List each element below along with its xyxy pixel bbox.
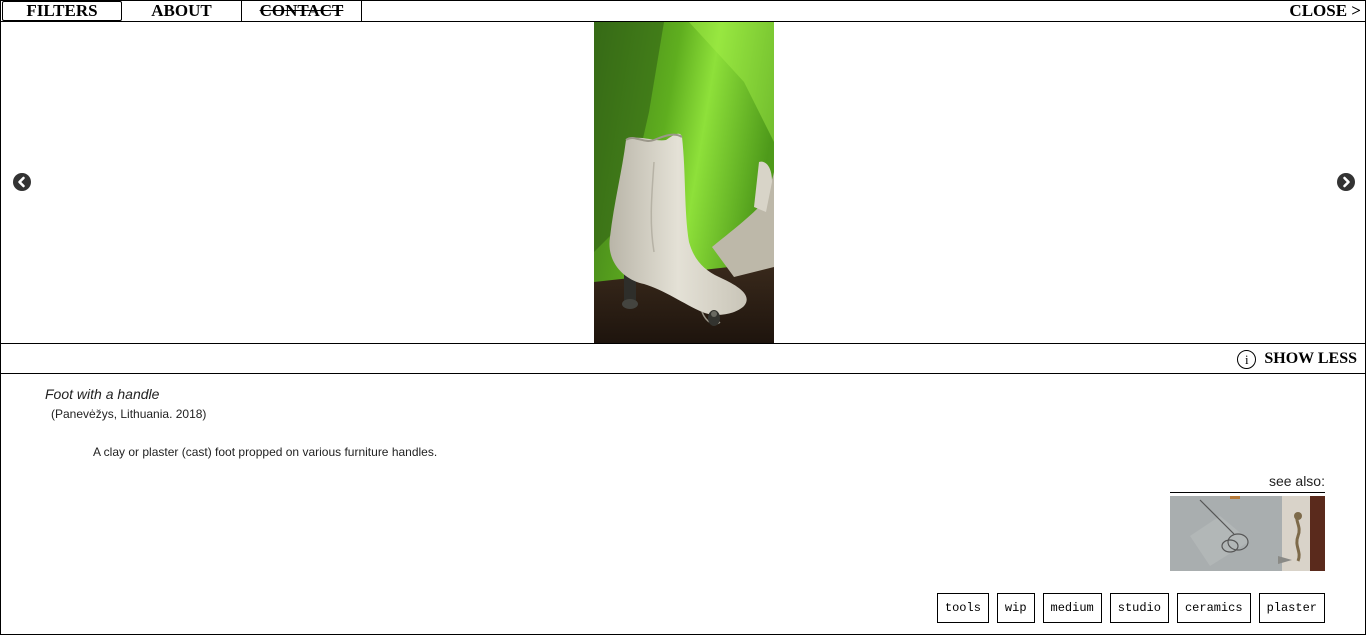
close-button[interactable]: CLOSE > <box>1289 1 1361 22</box>
tag-list: tools wip medium studio ceramics plaster <box>936 593 1325 623</box>
info-icon: i <box>1237 349 1257 369</box>
artwork-title: Foot with a handle <box>45 386 160 402</box>
top-nav: FILTERS ABOUT CONTACT CLOSE > <box>1 1 1366 22</box>
see-also-divider <box>1170 492 1325 493</box>
chevron-left-circle-icon <box>18 176 25 188</box>
tag-tools[interactable]: tools <box>936 593 989 623</box>
tag-studio[interactable]: studio <box>1109 593 1169 623</box>
show-less-label: SHOW LESS <box>1264 350 1357 367</box>
prev-arrow-button[interactable] <box>13 173 31 191</box>
tag-wip[interactable]: wip <box>996 593 1035 623</box>
tab-filters[interactable]: FILTERS <box>2 1 122 21</box>
show-less-button[interactable]: i SHOW LESS <box>1237 348 1357 370</box>
tag-ceramics[interactable]: ceramics <box>1176 593 1251 623</box>
artwork-location-year: (Panevėžys, Lithuania. 2018) <box>51 407 207 421</box>
tab-about[interactable]: ABOUT <box>122 1 242 22</box>
info-bar: i SHOW LESS <box>1 344 1366 374</box>
see-also-thumbnail[interactable] <box>1170 496 1325 571</box>
chevron-right-circle-icon <box>1343 176 1350 188</box>
artwork-image <box>594 22 774 343</box>
related-work-image <box>1170 496 1325 571</box>
artwork-description: A clay or plaster (cast) foot propped on… <box>93 445 438 459</box>
artwork-photo[interactable] <box>594 22 774 343</box>
next-arrow-button[interactable] <box>1337 173 1355 191</box>
page-frame: FILTERS ABOUT CONTACT CLOSE > i SHOW LES… <box>0 0 1366 635</box>
tag-medium[interactable]: medium <box>1042 593 1102 623</box>
tag-plaster[interactable]: plaster <box>1258 593 1325 623</box>
image-viewer <box>1 22 1366 344</box>
see-also-label: see also: <box>1268 473 1325 489</box>
artwork-details: Foot with a handle (Panevėžys, Lithuania… <box>1 375 1366 635</box>
tab-contact[interactable]: CONTACT <box>242 1 362 22</box>
